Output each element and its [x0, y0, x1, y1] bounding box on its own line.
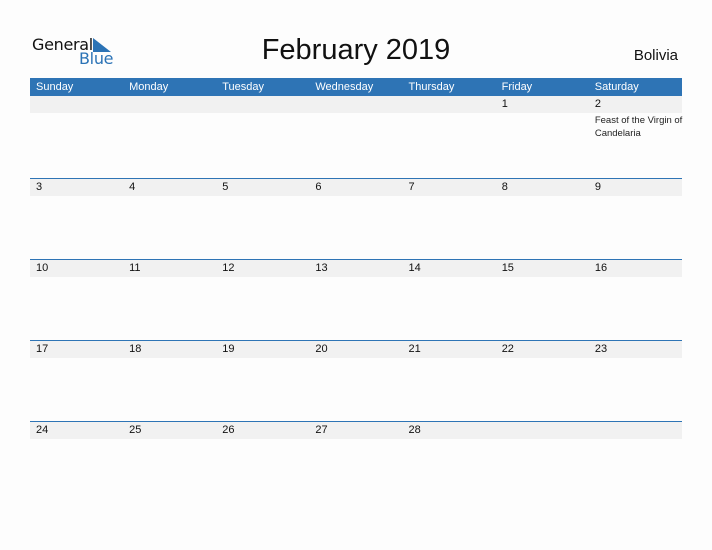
weekday-wednesday: Wednesday: [315, 81, 374, 93]
day-cell: 16: [589, 260, 682, 341]
day-number: 9: [594, 181, 601, 193]
day-number: 28: [408, 424, 421, 436]
day-cell: 2 Feast of the Virgin of Candelaria: [589, 96, 683, 177]
weekday-monday: Monday: [129, 81, 169, 93]
day-cell: [216, 96, 309, 177]
day-cell: 28: [403, 422, 496, 503]
day-number: 2: [594, 98, 601, 110]
day-cell: 10: [30, 260, 123, 341]
day-number: 15: [501, 262, 514, 274]
day-cell: 1: [496, 96, 589, 177]
day-cell: 14: [403, 260, 496, 341]
day-cell: 5: [216, 179, 309, 260]
day-number: 1: [501, 98, 508, 110]
week-row: 24 25 26 27 28: [30, 421, 682, 503]
day-cell: 12: [216, 260, 309, 341]
day-cell: 15: [496, 260, 589, 341]
day-cell: [309, 96, 402, 177]
day-cell: [403, 96, 496, 177]
day-number: 5: [222, 181, 229, 193]
day-number: 13: [315, 262, 328, 274]
day-number: 17: [36, 343, 49, 355]
day-number: 18: [129, 343, 142, 355]
day-number: 26: [222, 424, 235, 436]
day-cell: 22: [496, 341, 589, 422]
day-number: 6: [315, 181, 322, 193]
day-cell: [496, 422, 589, 503]
day-cell: 7: [403, 179, 496, 260]
day-number: 20: [315, 343, 328, 355]
day-cell: 24: [30, 422, 123, 503]
day-cell: 18: [123, 341, 216, 422]
day-number: 4: [129, 181, 136, 193]
day-number: 3: [36, 181, 43, 193]
weekday-thursday: Thursday: [408, 81, 455, 93]
week-row: 3 4 5 6 7 8 9: [30, 178, 682, 260]
day-cell: 4: [123, 179, 216, 260]
day-cell: 26: [216, 422, 309, 503]
day-cell: [589, 422, 682, 503]
day-cell: 17: [30, 341, 123, 422]
day-cell: 6: [309, 179, 402, 260]
holiday-event: Feast of the Virgin of Candelaria: [594, 115, 683, 139]
day-cell: 25: [123, 422, 216, 503]
day-cell: 20: [309, 341, 402, 422]
day-cell: 23: [589, 341, 682, 422]
day-number: 12: [222, 262, 235, 274]
week-row: 10 11 12 13 14 15 16: [30, 259, 682, 341]
day-number: 11: [129, 262, 141, 274]
weekday-sunday: Sunday: [36, 81, 74, 93]
day-cell: 13: [309, 260, 402, 341]
country-label: Bolivia: [633, 47, 678, 64]
day-number: 24: [36, 424, 49, 436]
day-cell: 3: [30, 179, 123, 260]
day-cell: [30, 96, 123, 177]
weekday-header: Sunday Monday Tuesday Wednesday Thursday…: [30, 78, 682, 96]
day-number: 21: [408, 343, 421, 355]
day-number: 19: [222, 343, 235, 355]
weekday-saturday: Saturday: [594, 81, 639, 93]
day-number: 14: [408, 262, 421, 274]
day-number: 7: [408, 181, 415, 193]
day-number: 8: [501, 181, 508, 193]
week-row: 17 18 19 20 21 22 23: [30, 340, 682, 422]
day-cell: 21: [403, 341, 496, 422]
day-cell: 27: [309, 422, 402, 503]
day-cell: 8: [496, 179, 589, 260]
weekday-tuesday: Tuesday: [222, 81, 265, 93]
day-number: 10: [36, 262, 49, 274]
day-cell: [123, 96, 216, 177]
day-cell: 9: [589, 179, 682, 260]
day-number: 16: [594, 262, 608, 274]
day-number: 27: [315, 424, 328, 436]
day-number: 23: [594, 343, 608, 355]
day-number: 25: [129, 424, 142, 436]
day-number: 22: [501, 343, 514, 355]
day-cell: 11: [123, 260, 216, 341]
page-title: February 2019: [261, 34, 451, 66]
week-row: 1 2 Feast of the Virgin of Candelaria: [30, 96, 682, 177]
weekday-friday: Friday: [501, 81, 533, 93]
day-cell: 19: [216, 341, 309, 422]
